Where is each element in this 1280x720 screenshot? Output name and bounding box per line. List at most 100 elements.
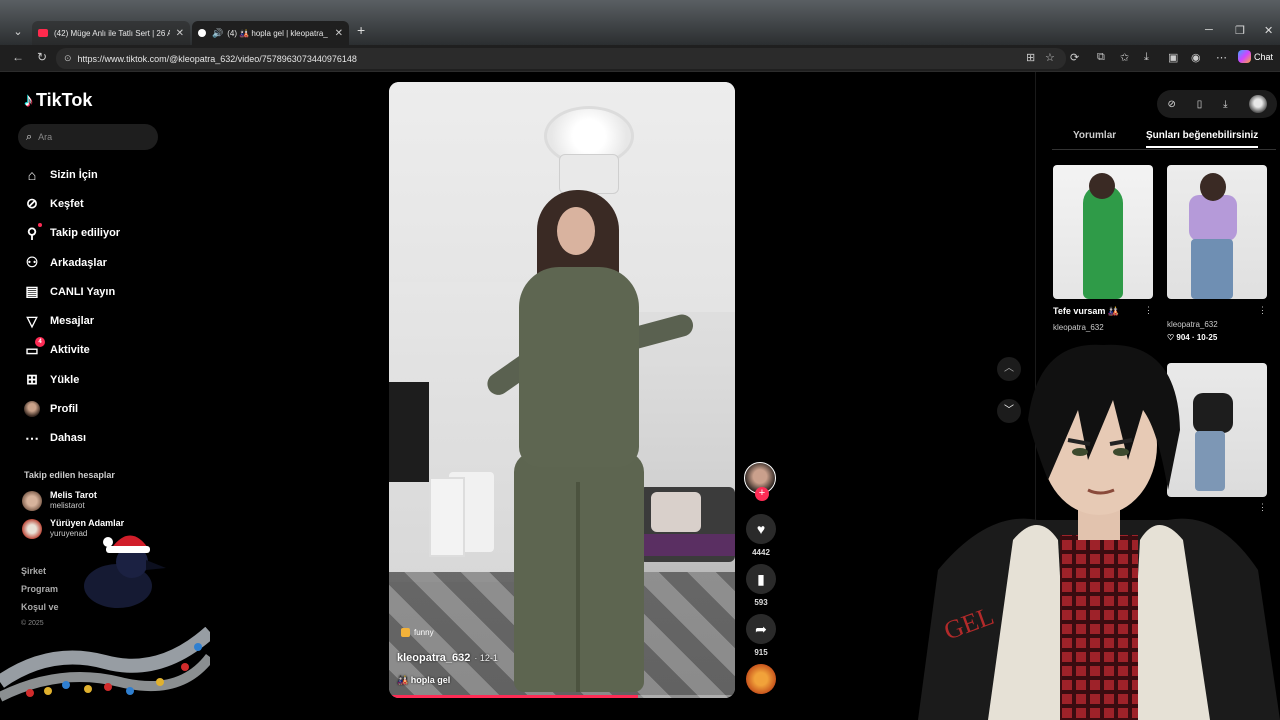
cabinet	[429, 477, 465, 557]
footer-link-company[interactable]: Şirket	[21, 566, 46, 576]
search-box[interactable]: ⌕	[18, 124, 158, 150]
sofa-cushion	[651, 492, 701, 532]
friends-icon: ⚇	[25, 254, 39, 271]
close-tab-icon[interactable]: ✕	[176, 28, 184, 39]
copilot-chat-button[interactable]: Chat	[1238, 50, 1273, 63]
sidebar-item-activity[interactable]: ▭ 4 Aktivite	[22, 336, 120, 365]
footer-link-terms[interactable]: Koşul ve	[21, 602, 59, 612]
tab-you-may-like[interactable]: Şunları beğenebilirsiniz	[1146, 130, 1259, 148]
more-icon: ⋯	[25, 429, 39, 446]
back-icon[interactable]: ←	[12, 50, 24, 64]
sidebar-item-for-you[interactable]: ⌂ Sizin İçin	[22, 160, 120, 189]
like-heart-icon[interactable]: ♥	[746, 514, 776, 544]
video-player[interactable]: funny kleopatra_632 · 12-1 🎎 hopla gel	[389, 82, 735, 698]
sidebar-item-following[interactable]: ⚲ Takip ediliyor	[22, 219, 120, 248]
creator-avatar[interactable]: +	[744, 462, 776, 501]
tab-muge-anli[interactable]: (42) Müge Anlı ile Tatlı Sert | 26 Ar ✕	[32, 21, 190, 45]
url-field[interactable]: ⊙ https://www.tiktok.com/@kleopatra_632/…	[56, 48, 1066, 69]
sidebar-nav: ⌂ Sizin İçin ⊘ Keşfet ⚲ Takip ediliyor ⚇…	[22, 160, 120, 453]
screenshot-icon[interactable]: ▣	[1168, 51, 1178, 64]
speaker-icon[interactable]: 🔊	[212, 28, 223, 39]
thumb-hair	[1089, 173, 1115, 199]
avatar	[22, 518, 42, 539]
christmas-garland-decoration	[0, 627, 210, 702]
santa-crow-decoration	[84, 535, 166, 608]
more-options-icon[interactable]: ⋮	[1144, 305, 1153, 316]
video-progress-bar[interactable]	[389, 695, 735, 698]
search-input[interactable]	[38, 132, 139, 142]
compass-icon: ⊘	[26, 195, 38, 212]
split-screen-icon[interactable]: ⧉	[1097, 51, 1105, 64]
sidebar-item-label: Yükle	[50, 373, 80, 386]
site-info-icon[interactable]: ⊙	[64, 53, 72, 64]
tiktok-favicon-icon	[198, 29, 206, 37]
tv-screen	[389, 382, 429, 482]
sidebar-item-more[interactable]: ⋯ Dahası	[22, 424, 120, 453]
top-right-tools: ⊘ ▯ ⤓	[1157, 90, 1277, 118]
thumb-figure	[1189, 195, 1237, 241]
sidebar-item-upload[interactable]: ⊞ Yükle	[22, 365, 120, 394]
sidebar-item-live[interactable]: ▤ CANLI Yayın	[22, 277, 120, 306]
favorite-star-icon[interactable]: ☆	[1045, 51, 1055, 64]
follow-plus-icon[interactable]: +	[755, 487, 769, 501]
avatar[interactable]	[1248, 95, 1267, 113]
profile-extension-icon[interactable]: ◉	[1191, 51, 1201, 64]
tiktok-logo[interactable]: ♪ TikTok	[24, 90, 92, 111]
sidebar-item-explore[interactable]: ⊘ Keşfet	[22, 189, 120, 218]
recommended-video-thumb[interactable]	[1167, 165, 1267, 299]
sidebar-item-label: Mesajlar	[50, 315, 95, 328]
bookmark-icon[interactable]: ▮	[746, 564, 776, 594]
video-tag[interactable]: funny	[401, 628, 434, 637]
coin-icon[interactable]: ⊘	[1167, 99, 1175, 110]
refresh-extension-icon[interactable]: ⟳	[1070, 51, 1079, 64]
youtube-favicon-icon	[38, 29, 48, 37]
download-icon[interactable]: ⤓	[1144, 51, 1149, 64]
video-progress-fill	[389, 695, 639, 698]
favorites-icon[interactable]: ✩	[1120, 51, 1129, 64]
thumb-figure	[1083, 185, 1123, 299]
logo-text: TikTok	[36, 90, 93, 110]
home-icon: ⌂	[27, 166, 37, 183]
sidebar-item-profile[interactable]: Profil	[22, 394, 120, 423]
thumb-user[interactable]: kleopatra_632	[1167, 320, 1218, 329]
download-icon[interactable]: ⤓	[1223, 99, 1227, 110]
ceiling-lamp	[559, 154, 619, 194]
reload-icon[interactable]: ↻	[37, 50, 47, 64]
sidebar-item-label: Sizin İçin	[50, 168, 98, 181]
following-account[interactable]: Melis Tarot melistarot	[22, 490, 97, 511]
new-tab-button[interactable]: +	[357, 22, 365, 38]
sidebar-item-friends[interactable]: ⚇ Arkadaşlar	[22, 248, 120, 277]
tab-comments[interactable]: Yorumlar	[1073, 130, 1116, 141]
upload-icon: ⊞	[26, 371, 38, 388]
avatar	[22, 490, 42, 511]
tag-label: funny	[414, 628, 434, 637]
restore-icon[interactable]: ❐	[1235, 24, 1245, 37]
share-arrow-icon[interactable]: ➦	[746, 614, 776, 644]
window-close-icon[interactable]: ✕	[1264, 24, 1273, 37]
footer-link-program[interactable]: Program	[21, 584, 58, 594]
minimize-icon[interactable]: ─	[1205, 24, 1213, 36]
address-bar-row: ← ↻ ⊙ https://www.tiktok.com/@kleopatra_…	[0, 45, 1280, 72]
following-accounts-title: Takip edilen hesaplar	[24, 470, 115, 480]
thumb-title[interactable]: Tefe vursam 🎎	[1053, 306, 1119, 317]
dancer-body	[519, 267, 639, 467]
music-disc-icon[interactable]	[746, 664, 776, 694]
account-name: Melis Tarot	[50, 490, 97, 500]
copyright: © 2025	[21, 620, 44, 627]
app-available-icon[interactable]: ⊞	[1026, 51, 1035, 64]
recommended-video-thumb[interactable]	[1053, 165, 1153, 299]
right-panel-tabs: Yorumlar Şunları beğenebilirsiniz	[1052, 128, 1276, 150]
tab-tiktok[interactable]: 🔊 (4) 🎎 hopla gel | kleopatra_ ✕	[192, 21, 349, 45]
send-icon: ▽	[26, 312, 38, 329]
tab-list-chevron-icon[interactable]: ⌄	[8, 22, 28, 42]
more-options-icon[interactable]: ⋮	[1258, 305, 1267, 316]
phone-icon[interactable]: ▯	[1197, 99, 1203, 110]
more-menu-icon[interactable]: ⋯	[1216, 51, 1227, 64]
thumb-user[interactable]: kleopatra_632	[1053, 323, 1104, 332]
streamer-character-overlay: GEL	[918, 344, 1280, 720]
video-author[interactable]: kleopatra_632 · 12-1	[397, 652, 498, 664]
sidebar-item-label: CANLI Yayın	[50, 285, 116, 298]
sidebar-item-messages[interactable]: ▽ Mesajlar	[22, 306, 120, 335]
tab-title: (4) 🎎 hopla gel | kleopatra_	[227, 28, 328, 38]
close-tab-icon[interactable]: ✕	[335, 28, 343, 39]
